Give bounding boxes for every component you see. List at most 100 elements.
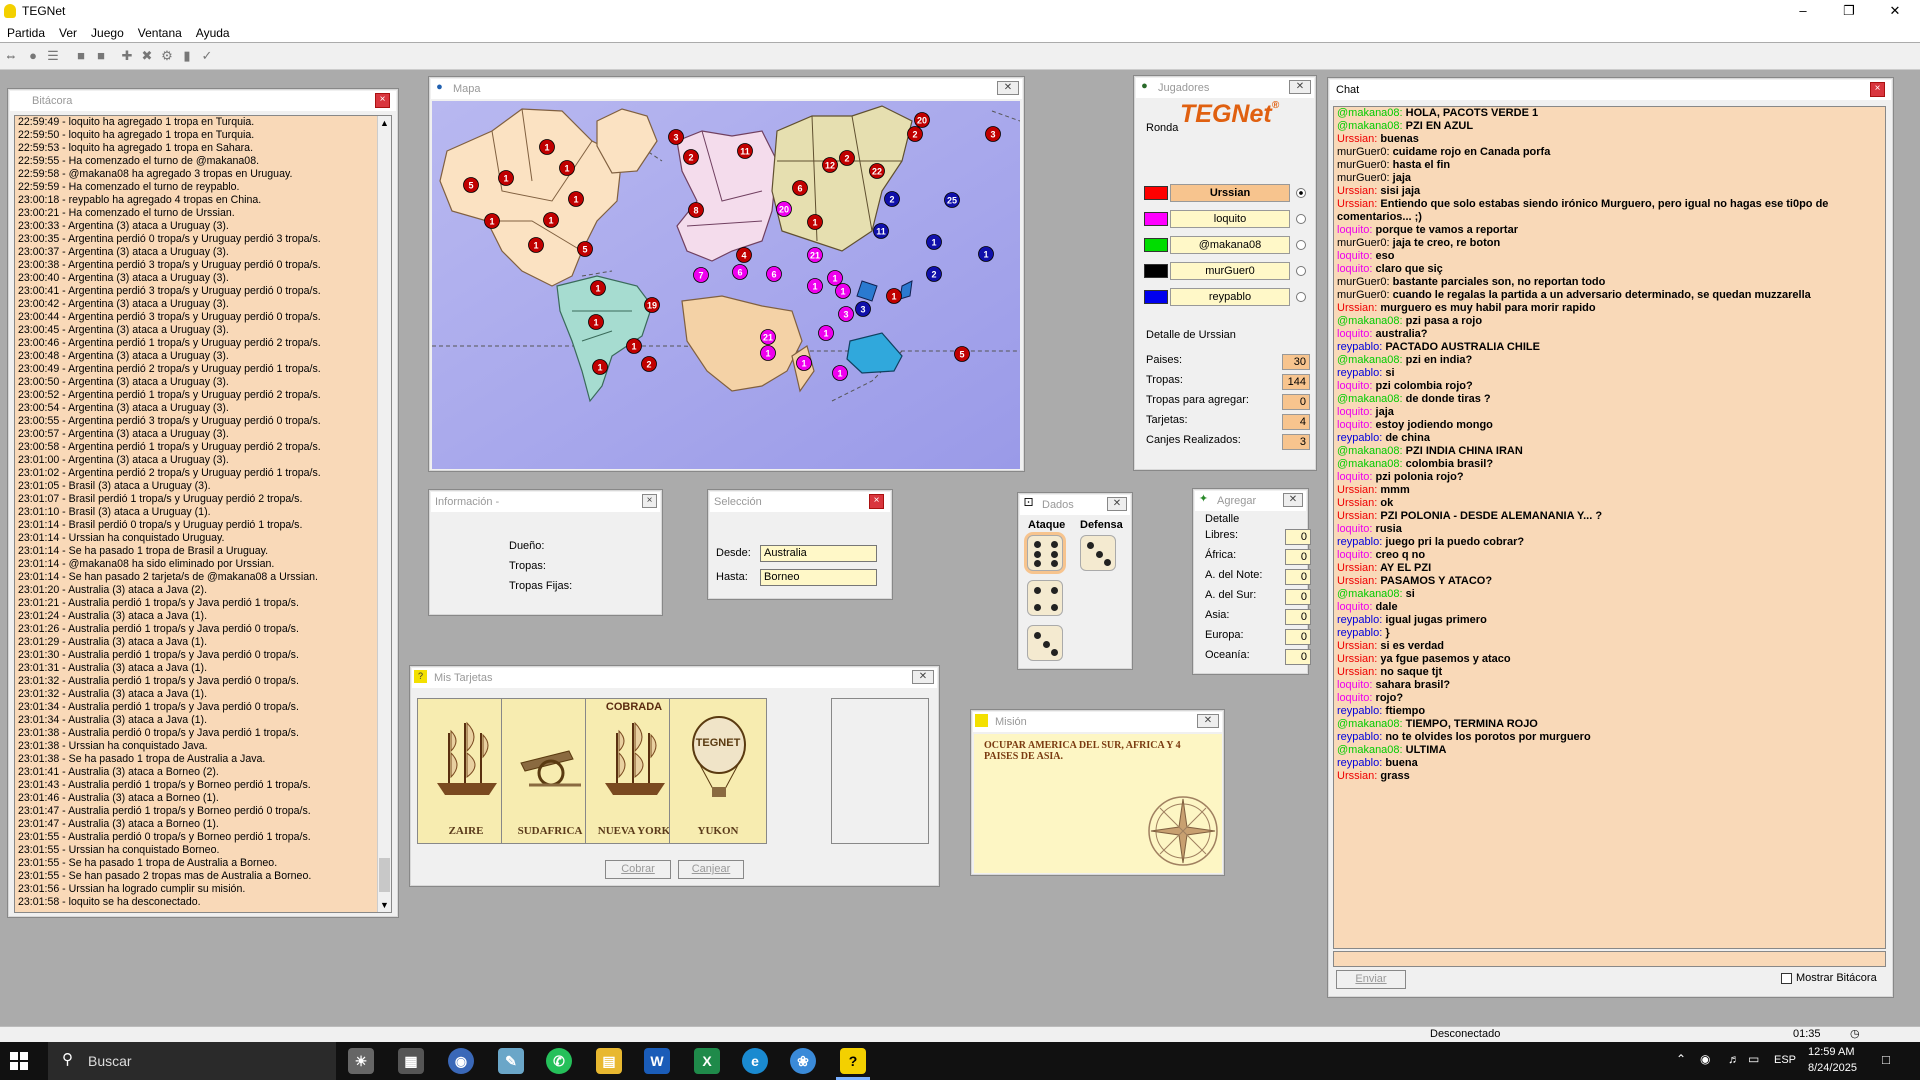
from-field[interactable]: Australia [760, 545, 877, 562]
army-marker[interactable]: 2 [641, 356, 657, 372]
army-marker[interactable]: 1 [543, 212, 559, 228]
army-marker[interactable]: 1 [807, 278, 823, 294]
list-icon[interactable]: ☰ [44, 47, 62, 65]
army-marker[interactable]: 5 [463, 177, 479, 193]
add-row-value[interactable]: 0 [1285, 589, 1311, 605]
notifications-icon[interactable]: □ [1882, 1052, 1890, 1067]
army-marker[interactable]: 1 [835, 283, 851, 299]
tegnet-taskbar-icon[interactable]: ? [840, 1048, 866, 1074]
to-field[interactable]: Borneo [760, 569, 877, 586]
army-marker[interactable]: 1 [484, 213, 500, 229]
army-marker[interactable]: 7 [693, 267, 709, 283]
window-icon[interactable]: ■ [72, 47, 90, 65]
army-marker[interactable]: 2 [683, 149, 699, 165]
army-marker[interactable]: 6 [766, 266, 782, 282]
start-button[interactable] [10, 1052, 28, 1070]
army-marker[interactable]: 1 [528, 237, 544, 253]
army-marker[interactable]: 3 [838, 306, 854, 322]
army-marker[interactable]: 11 [873, 223, 889, 239]
army-marker[interactable]: 1 [978, 246, 994, 262]
army-marker[interactable]: 2 [907, 126, 923, 142]
territory-card[interactable]: TEGNET YUKON [669, 698, 767, 844]
army-marker[interactable]: 3 [985, 126, 1001, 142]
exchange-button[interactable]: Canjear [678, 860, 744, 879]
add-row-value[interactable]: 0 [1285, 609, 1311, 625]
search-box[interactable]: ⚲ Buscar [48, 1042, 336, 1080]
army-marker[interactable]: 1 [827, 270, 843, 286]
close-icon[interactable]: ✕ [1289, 80, 1311, 94]
army-marker[interactable]: 6 [792, 180, 808, 196]
army-marker[interactable]: 1 [559, 160, 575, 176]
menu-ver[interactable]: Ver [52, 24, 84, 42]
excel-icon[interactable]: X [694, 1048, 720, 1074]
army-marker[interactable]: 1 [926, 234, 942, 250]
army-marker[interactable]: 6 [732, 264, 748, 280]
end-turn-icon[interactable]: ✓ [198, 47, 216, 65]
close-icon[interactable]: ✕ [997, 81, 1019, 95]
close-icon[interactable]: ✕ [1107, 497, 1127, 511]
scroll-thumb[interactable] [379, 858, 390, 892]
menu-ventana[interactable]: Ventana [131, 24, 189, 42]
log-scrollbar[interactable]: ▲ ▼ [377, 116, 391, 912]
language-indicator[interactable]: ESP [1774, 1054, 1796, 1066]
army-marker[interactable]: 21 [760, 329, 776, 345]
close-icon[interactable]: × [642, 494, 657, 508]
army-marker[interactable]: 2 [926, 266, 942, 282]
army-marker[interactable]: 8 [688, 202, 704, 218]
close-icon[interactable]: × [1870, 82, 1885, 97]
cards-icon[interactable]: ▮ [178, 47, 196, 65]
close-icon[interactable]: ✕ [912, 670, 934, 684]
menu-partida[interactable]: Partida [0, 24, 52, 42]
close-icon[interactable]: ✕ [1283, 493, 1303, 507]
calculator-icon[interactable]: ▦ [398, 1048, 424, 1074]
world-map[interactable]: 1151 1111 53119111 2211864122012222 315206 67… [432, 101, 1020, 469]
notes-icon[interactable]: ✎ [498, 1048, 524, 1074]
menu-juego[interactable]: Juego [84, 24, 131, 42]
edge-icon[interactable]: e [742, 1048, 768, 1074]
army-marker[interactable]: 4 [736, 247, 752, 263]
disconnect-icon[interactable]: ● [24, 47, 42, 65]
browser-icon[interactable]: ◉ [448, 1048, 474, 1074]
show-log-checkbox[interactable] [1781, 973, 1792, 984]
army-marker[interactable]: 1 [886, 288, 902, 304]
army-marker[interactable]: 1 [498, 170, 514, 186]
connect-icon[interactable]: ⇔ [2, 47, 20, 65]
army-marker[interactable]: 2 [839, 150, 855, 166]
add-row-value[interactable]: 0 [1285, 529, 1311, 545]
collect-button[interactable]: Cobrar [605, 860, 671, 879]
close-icon[interactable]: ✕ [1197, 714, 1219, 728]
army-marker[interactable]: 1 [626, 338, 642, 354]
add-row-value[interactable]: 0 [1285, 649, 1311, 665]
word-icon[interactable]: W [644, 1048, 670, 1074]
attack-icon[interactable]: ✖ [138, 47, 156, 65]
army-marker[interactable]: 11 [737, 143, 753, 159]
close-icon[interactable]: × [375, 93, 390, 108]
army-marker[interactable]: 2 [884, 191, 900, 207]
army-marker[interactable]: 1 [590, 280, 606, 296]
army-marker[interactable]: 20 [776, 201, 792, 217]
army-marker[interactable]: 22 [869, 163, 885, 179]
army-marker[interactable]: 1 [592, 359, 608, 375]
army-marker[interactable]: 3 [668, 129, 684, 145]
settings-icon[interactable]: ⚙ [158, 47, 176, 65]
army-marker[interactable]: 1 [807, 214, 823, 230]
close-window-button[interactable]: ✕ [1872, 0, 1918, 22]
army-marker[interactable]: 1 [588, 314, 604, 330]
army-marker[interactable]: 5 [954, 346, 970, 362]
army-marker[interactable]: 1 [796, 355, 812, 371]
army-marker[interactable]: 25 [944, 192, 960, 208]
send-button[interactable]: Enviar [1336, 970, 1406, 989]
stop-icon[interactable]: ■ [92, 47, 110, 65]
clock-date[interactable]: 8/24/2025 [1808, 1062, 1857, 1074]
chat-input[interactable] [1333, 951, 1886, 967]
menu-ayuda[interactable]: Ayuda [189, 24, 237, 42]
add-row-value[interactable]: 0 [1285, 549, 1311, 565]
army-marker[interactable]: 20 [914, 112, 930, 128]
add-row-value[interactable]: 0 [1285, 569, 1311, 585]
folder-icon[interactable]: ▤ [596, 1048, 622, 1074]
app-icon[interactable]: ❀ [790, 1048, 816, 1074]
army-marker[interactable]: 1 [568, 191, 584, 207]
tray-chevron-icon[interactable]: ⌃ [1676, 1052, 1686, 1066]
army-marker[interactable]: 5 [577, 241, 593, 257]
minimize-button[interactable]: – [1780, 0, 1826, 22]
